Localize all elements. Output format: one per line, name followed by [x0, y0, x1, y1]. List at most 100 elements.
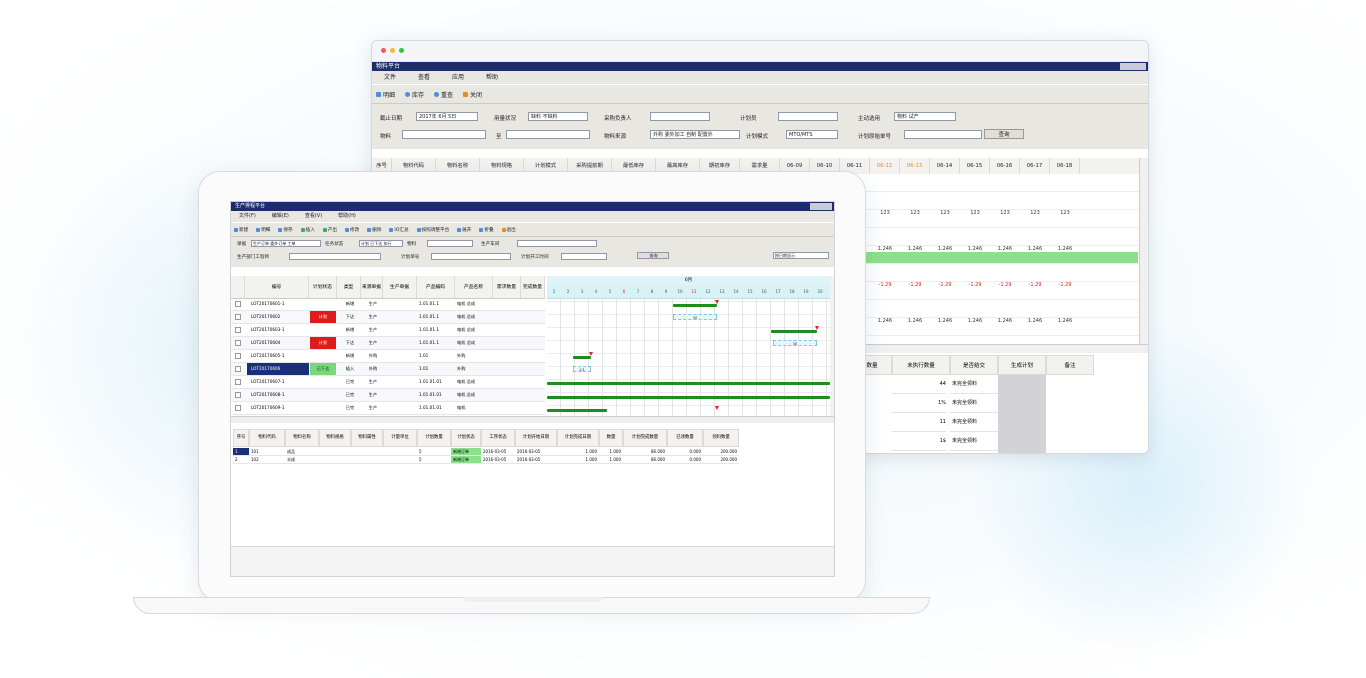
detail-header-cell[interactable]: 序号	[233, 429, 249, 447]
menu-help[interactable]: 帮助	[486, 71, 498, 84]
item-input[interactable]	[427, 240, 473, 247]
row-checkbox[interactable]	[235, 314, 241, 320]
source-select[interactable]: 外购 委外加工 自制 配置外	[650, 130, 740, 139]
schedule-row[interactable]: LOT20170603-1 新增 生产 1.01.01.1 电机 总成	[231, 324, 545, 337]
gantt-bar[interactable]	[771, 330, 817, 333]
menu-view[interactable]: 查看	[418, 71, 430, 84]
material-from-input[interactable]	[402, 130, 486, 139]
grid-header-cell[interactable]: 06-13	[900, 158, 930, 174]
query-button[interactable]: 查询	[637, 252, 669, 259]
detail-header-cell[interactable]: 计划完成日期	[557, 429, 599, 447]
detail-header-cell[interactable]: 计量单位	[383, 429, 417, 447]
toolbar-button[interactable]: IO汇总	[389, 227, 409, 233]
toolbar-button[interactable]: 产出	[322, 227, 337, 233]
toolbar-button[interactable]: 新建	[234, 227, 248, 233]
planner-input[interactable]	[778, 112, 838, 121]
schedule-header-cell[interactable]: 产品名称	[455, 276, 493, 298]
detail-header-cell[interactable]: 物料代码	[249, 429, 285, 447]
detail-header-cell[interactable]: 物料属性	[351, 429, 383, 447]
row-checkbox[interactable]	[235, 405, 241, 411]
sub-grid-header[interactable]: 未执行数量	[892, 355, 950, 375]
gantt-bar[interactable]	[573, 356, 591, 359]
grid-header-cell[interactable]: 06-18	[1050, 158, 1080, 174]
gantt-bar[interactable]	[547, 396, 830, 399]
menu-file[interactable]: 文件(F)	[239, 211, 256, 222]
schedule-header-cell[interactable]: 类型	[337, 276, 361, 298]
schedule-row[interactable]: LOT20170607-1 已完 生产 1.01.01.01 电机 总成	[231, 376, 545, 389]
toolbar-button[interactable]: 按照调整平台	[416, 227, 449, 233]
gantt-task-outline[interactable]: 1/1	[573, 366, 591, 372]
schedule-row[interactable]: LOT20170605-1 新增 外购 1.01 外购	[231, 350, 545, 363]
schedule-header-cell[interactable]: 需求数量	[493, 276, 521, 298]
gantt-bar[interactable]	[547, 409, 607, 412]
row-checkbox[interactable]	[235, 327, 241, 333]
gantt-bar[interactable]	[673, 304, 717, 307]
menu-help[interactable]: 帮助(H)	[338, 211, 356, 222]
schedule-row[interactable]: LOT20170604 计划 下达 生产 1.01.01.1 电机 总成	[231, 337, 545, 350]
menu-edit[interactable]: 编辑(E)	[272, 211, 289, 222]
detail-header-cell[interactable]: 物料名称	[285, 429, 319, 447]
minimize-dot-icon[interactable]	[390, 48, 395, 53]
plan-source-input[interactable]	[904, 130, 982, 139]
gantt-bar[interactable]	[547, 382, 830, 385]
query-button[interactable]: 查询	[984, 129, 1024, 139]
plan-no-input[interactable]	[431, 253, 511, 260]
stock-button[interactable]: 库存	[405, 90, 424, 99]
gantt-task-outline[interactable]: 30	[773, 340, 817, 346]
refresh-button[interactable]: 重查	[434, 90, 453, 99]
detail-header-cell[interactable]: 数量	[599, 429, 623, 447]
window-controls[interactable]	[810, 203, 832, 210]
workshop-input[interactable]	[517, 240, 597, 247]
schedule-row[interactable]: LOT20170608-1 已完 生产 1.01.01.01 电机 总成	[231, 389, 545, 402]
grid-header-cell[interactable]: 06-15	[960, 158, 990, 174]
detail-header-cell[interactable]: 计划状态	[451, 429, 481, 447]
sub-grid-header[interactable]: 是否结交	[950, 355, 998, 375]
gantt-vertical-scrollbar[interactable]	[830, 276, 834, 416]
order-select[interactable]: 生产订单 委外订单 工单	[251, 240, 321, 247]
detail-header-cell[interactable]: 物料规格	[319, 429, 351, 447]
toolbar-button[interactable]: 修改	[345, 227, 359, 233]
vertical-scrollbar[interactable]	[1139, 158, 1148, 344]
schedule-header-cell[interactable]: 完成数量	[521, 276, 545, 298]
sub-grid-header[interactable]: 生成计划	[998, 355, 1046, 375]
grid-header-cell[interactable]: 06-17	[1020, 158, 1050, 174]
close-button[interactable]: 关闭	[463, 90, 482, 99]
window-controls[interactable]	[1120, 63, 1146, 70]
grid-header-cell[interactable]: 06-14	[930, 158, 960, 174]
row-checkbox[interactable]	[235, 366, 241, 372]
category-select[interactable]: 物料 试产	[894, 112, 956, 121]
schedule-header-cell[interactable]: 产品编码	[417, 276, 455, 298]
sub-grid-header[interactable]: 备注	[1046, 355, 1094, 375]
close-dot-icon[interactable]	[381, 48, 386, 53]
toolbar-button[interactable]: 展开	[457, 227, 471, 233]
row-checkbox[interactable]	[235, 340, 241, 346]
toolbar-button[interactable]: 保存	[278, 227, 293, 233]
row-checkbox[interactable]	[235, 353, 241, 359]
row-checkbox[interactable]	[235, 379, 241, 385]
menu-view[interactable]: 查看(V)	[305, 211, 322, 222]
schedule-header-cell[interactable]: 来源单据	[361, 276, 383, 298]
detail-header-cell[interactable]: 计划数量	[417, 429, 451, 447]
schedule-header-cell[interactable]: 编号	[245, 276, 309, 298]
plan-mode-select[interactable]: MTO/MTS	[786, 130, 838, 139]
schedule-header-cell[interactable]: 生产单据	[383, 276, 417, 298]
toolbar-button[interactable]: 折叠	[479, 227, 494, 233]
grid-header-cell[interactable]: 06-12	[870, 158, 900, 174]
toolbar-button[interactable]: 插入	[300, 227, 315, 233]
detail-button[interactable]: 明细	[376, 90, 395, 99]
task-status-select[interactable]: 计划 已下达 执行	[359, 240, 403, 247]
detail-header-cell[interactable]: 领料数量	[703, 429, 739, 447]
toolbar-button[interactable]: 退出	[501, 227, 516, 233]
engineer-select[interactable]	[289, 253, 381, 260]
detail-header-cell[interactable]: 工序状态	[481, 429, 515, 447]
row-checkbox[interactable]	[235, 392, 241, 398]
menu-app[interactable]: 应用	[452, 71, 464, 84]
plan-time-input[interactable]	[561, 253, 607, 260]
grid-header-cell[interactable]: 06-16	[990, 158, 1020, 174]
maximize-dot-icon[interactable]	[399, 48, 404, 53]
schedule-row[interactable]: LOT20170606 已下达 插入 外购 1.01 外购	[231, 363, 545, 376]
gantt-task-outline[interactable]: 30	[673, 314, 717, 320]
schedule-header-cell[interactable]: 计划状态	[309, 276, 337, 298]
detail-header-cell[interactable]: 已领数量	[667, 429, 703, 447]
purchaser-input[interactable]	[650, 112, 710, 121]
